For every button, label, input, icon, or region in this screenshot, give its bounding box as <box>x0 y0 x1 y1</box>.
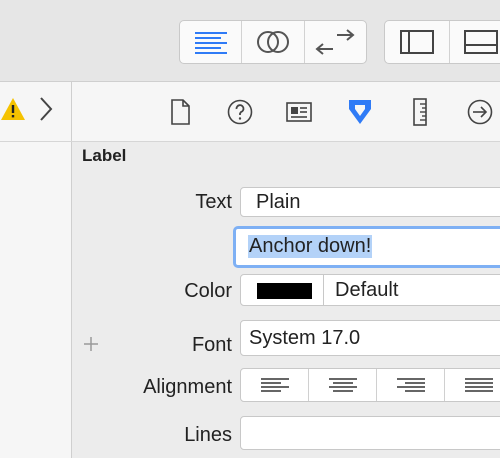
editor-mode-control <box>179 20 367 64</box>
text-type-value: Plain <box>256 191 301 213</box>
align-right-button[interactable] <box>377 369 445 401</box>
id-card-icon <box>286 102 312 122</box>
standard-editor-button[interactable] <box>180 21 243 63</box>
tab-file-inspector[interactable] <box>160 92 200 132</box>
warning-triangle-icon[interactable] <box>0 96 26 122</box>
alignment-label: Alignment <box>143 376 232 398</box>
tab-identity-inspector[interactable] <box>279 92 319 132</box>
left-panel-icon <box>399 30 434 54</box>
color-control[interactable]: Default <box>240 274 500 306</box>
debug-area-toggle-button[interactable] <box>450 21 500 63</box>
view-toggle-control <box>384 20 500 64</box>
align-justify-icon <box>465 378 493 392</box>
bottom-panel-icon <box>464 30 499 54</box>
color-swatch[interactable] <box>257 283 312 299</box>
tab-size-inspector[interactable] <box>400 92 440 132</box>
inspector-tabs <box>72 82 500 142</box>
navigator-toggle-button[interactable] <box>385 21 450 63</box>
chevron-right-icon[interactable] <box>38 96 54 122</box>
align-left-icon <box>260 378 289 392</box>
font-field[interactable]: System 17.0 <box>240 320 500 356</box>
text-type-popup[interactable]: Plain <box>240 187 500 217</box>
lines-field[interactable] <box>240 416 500 450</box>
tab-connections-inspector[interactable] <box>460 92 500 132</box>
swap-arrows-icon <box>315 29 355 55</box>
question-icon <box>227 99 253 125</box>
text-value-field[interactable]: Anchor down! <box>233 226 500 268</box>
align-left-button[interactable] <box>241 369 309 401</box>
plus-icon[interactable] <box>82 335 100 353</box>
tab-quick-help[interactable] <box>220 92 260 132</box>
ruler-icon <box>413 98 427 126</box>
align-center-button[interactable] <box>309 369 377 401</box>
document-icon <box>171 99 190 125</box>
text-label: Text <box>195 191 232 213</box>
text-value: Anchor down! <box>248 235 373 258</box>
toolbar <box>0 0 500 82</box>
align-center-icon <box>328 378 357 392</box>
issue-navigator-bar <box>0 82 72 142</box>
font-value: System 17.0 <box>249 327 361 349</box>
align-right-icon <box>396 378 425 392</box>
version-editor-button[interactable] <box>305 21 366 63</box>
lines-icon <box>194 32 227 54</box>
color-divider <box>323 275 324 305</box>
align-justify-button[interactable] <box>445 369 500 401</box>
assistant-editor-button[interactable] <box>242 21 305 63</box>
lines-label: Lines <box>184 424 232 446</box>
color-value: Default <box>335 279 399 301</box>
arrow-circle-icon <box>467 99 493 125</box>
section-title: Label <box>82 146 127 165</box>
color-label: Color <box>184 280 232 302</box>
interlocking-circles-icon <box>256 31 289 53</box>
font-label: Font <box>191 334 232 356</box>
attributes-shield-icon <box>349 100 371 124</box>
tab-attributes-inspector[interactable] <box>340 92 380 132</box>
alignment-control <box>240 368 500 402</box>
